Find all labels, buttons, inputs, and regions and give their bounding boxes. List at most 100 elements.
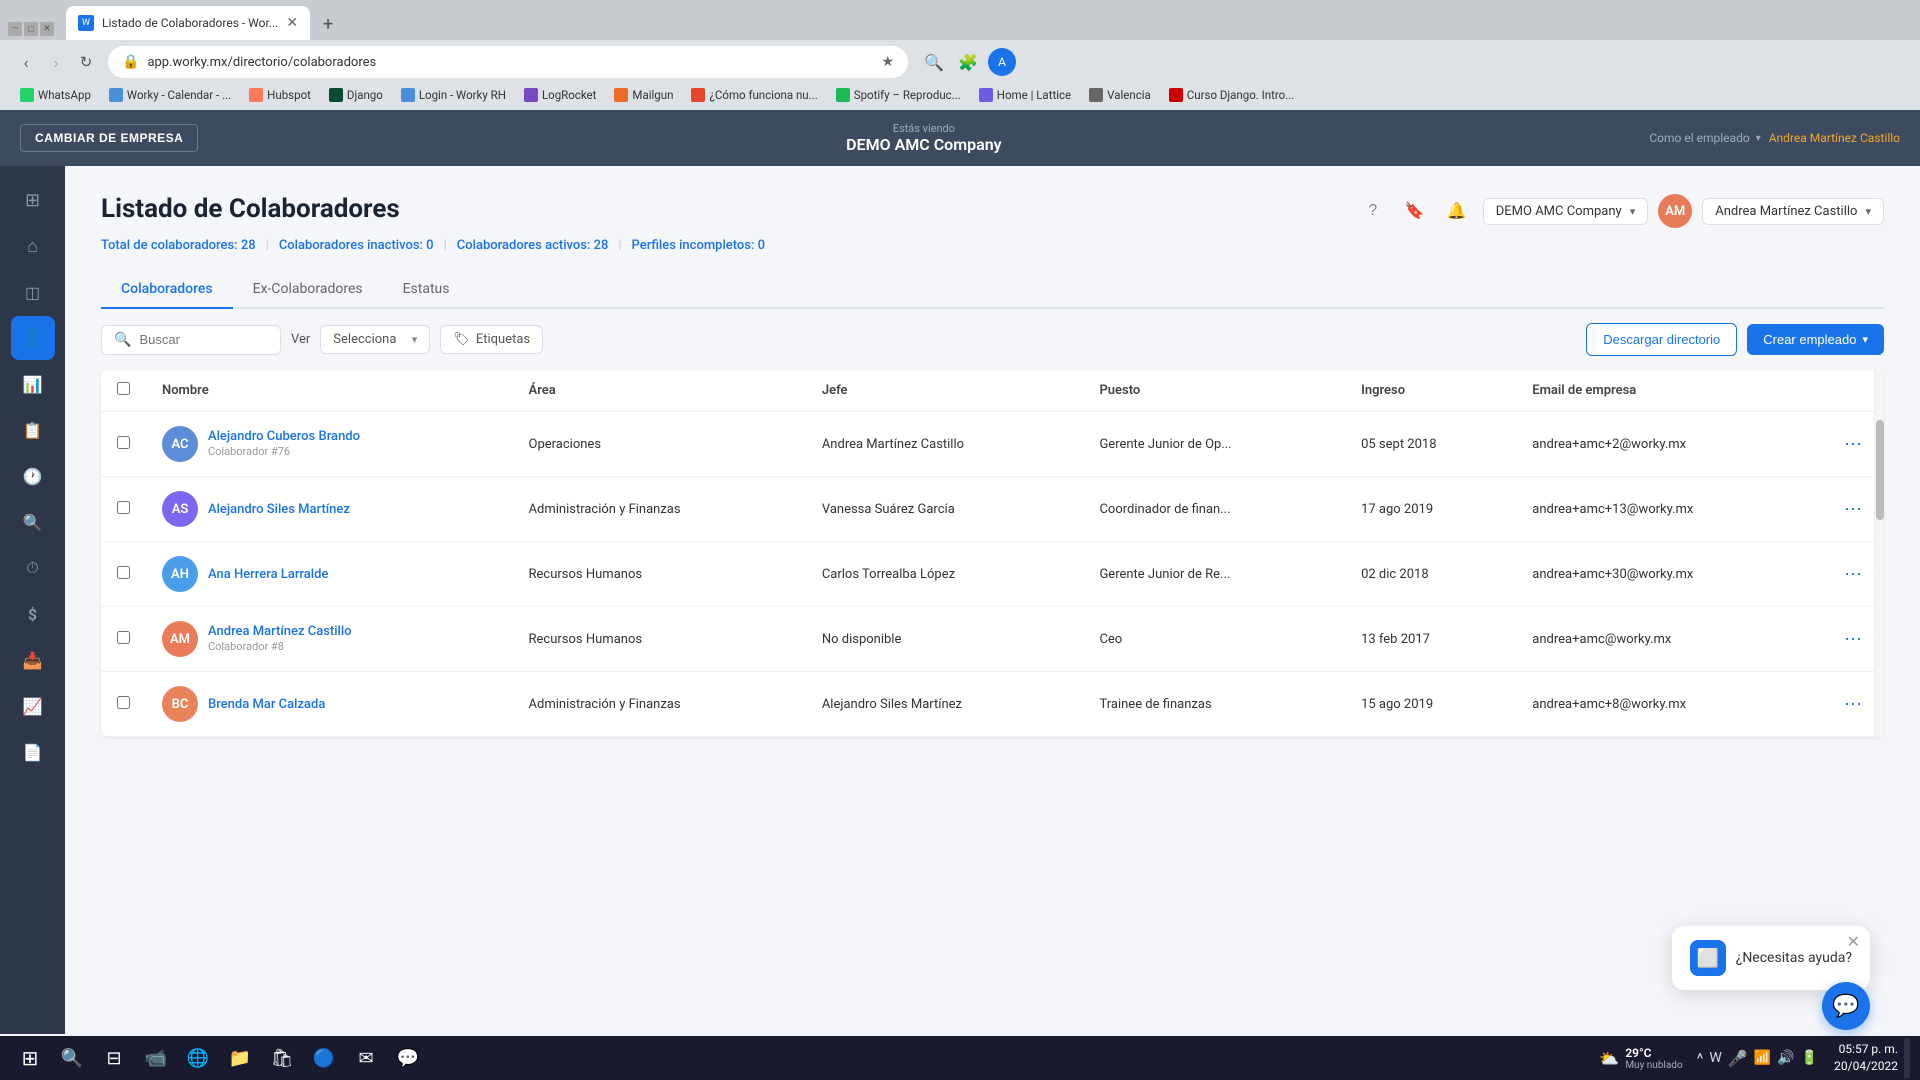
taskbar-search-button[interactable]: 🔍 [52, 1038, 92, 1078]
bookmark-worky[interactable]: Worky - Calendar - ... [101, 86, 239, 104]
col-area[interactable]: Área [513, 370, 806, 412]
col-puesto[interactable]: Puesto [1083, 370, 1345, 412]
row-checkbox[interactable] [117, 436, 130, 449]
tray-worky-icon[interactable]: W [1709, 1050, 1721, 1066]
bookmark-spotify[interactable]: Spotify – Reproduc... [828, 86, 969, 104]
search-box[interactable]: 🔍 [101, 325, 281, 355]
tab-estatus[interactable]: Estatus [383, 271, 470, 309]
bookmark-logrocket[interactable]: LogRocket [516, 86, 604, 104]
address-bar[interactable]: 🔒 app.worky.mx/directorio/colaboradores … [108, 46, 908, 78]
taskbar-chat-button[interactable]: 💬 [388, 1038, 428, 1078]
sidebar-icon-grid[interactable]: ⊞ [11, 178, 55, 222]
scrollbar[interactable] [1874, 370, 1884, 737]
tray-mic-icon[interactable]: 🎤 [1728, 1049, 1748, 1068]
new-tab-button[interactable]: + [314, 10, 342, 38]
bookmark-valencia[interactable]: Valencia [1081, 86, 1159, 104]
bookmark-django[interactable]: Django [321, 86, 391, 104]
bookmark-login[interactable]: Login - Worky RH [393, 86, 514, 104]
bookmark-como[interactable]: ¿Cómo funciona nu... [683, 86, 825, 104]
row-checkbox[interactable] [117, 631, 130, 644]
sidebar-icon-home[interactable]: ⌂ [11, 224, 55, 268]
col-nombre[interactable]: Nombre [146, 370, 513, 412]
tray-network-icon[interactable]: 📶 [1754, 1050, 1771, 1066]
sidebar-icon-inbox[interactable]: 📥 [11, 638, 55, 682]
bookmark-whatsapp[interactable]: WhatsApp [12, 86, 99, 104]
active-stat[interactable]: Colaboradores activos: 28 [457, 238, 609, 253]
sidebar-icon-calendar[interactable]: ◫ [11, 270, 55, 314]
show-desktop-button[interactable] [1904, 1038, 1910, 1078]
sidebar-icon-clock[interactable]: 🕐 [11, 454, 55, 498]
extensions-icon[interactable]: 🧩 [954, 48, 982, 76]
selector-company-name: DEMO AMC Company [1496, 204, 1622, 219]
sidebar-icon-bar-chart[interactable]: 📈 [11, 684, 55, 728]
col-jefe[interactable]: Jefe [806, 370, 1084, 412]
employee-name-link[interactable]: Brenda Mar Calzada [208, 697, 325, 712]
employee-name-link[interactable]: Alejandro Cuberos Brando [208, 429, 360, 444]
start-button[interactable]: ⊞ [10, 1038, 50, 1078]
tray-chevron-icon[interactable]: ^ [1697, 1049, 1704, 1068]
sidebar-icon-search[interactable]: 🔍 [11, 500, 55, 544]
chevron-icon: ▾ [1756, 133, 1761, 144]
cambiar-empresa-button[interactable]: CAMBIAR DE EMPRESA [20, 124, 198, 152]
row-actions-button[interactable]: ⋯ [1840, 560, 1866, 589]
sidebar-icon-doc[interactable]: 📄 [11, 730, 55, 774]
row-actions-button[interactable]: ⋯ [1840, 495, 1866, 524]
select-all-checkbox[interactable] [117, 382, 130, 395]
total-stat[interactable]: Total de colaboradores: 28 [101, 238, 256, 253]
chat-close-button[interactable]: ✕ [1847, 932, 1860, 952]
bookmark-icon-button[interactable]: 🔖 [1399, 195, 1431, 227]
sidebar-icon-report[interactable]: 📋 [11, 408, 55, 452]
browser-tab[interactable]: W Listado de Colaboradores - Wor... ✕ [66, 6, 310, 40]
ingreso-cell: 05 sept 2018 [1345, 412, 1516, 477]
taskbar-file-button[interactable]: 📁 [220, 1038, 260, 1078]
table-row: AM Andrea Martínez Castillo Colaborador … [101, 607, 1884, 672]
taskbar-store-button[interactable]: 🛍 [262, 1038, 302, 1078]
employee-name-link[interactable]: Andrea Martínez Castillo [208, 624, 352, 639]
taskbar-mail-button[interactable]: ✉ [346, 1038, 386, 1078]
chat-bubble-button[interactable]: 💬 [1822, 982, 1870, 1030]
taskbar-meet-button[interactable]: 📹 [136, 1038, 176, 1078]
back-button[interactable]: ‹ [12, 48, 40, 76]
bookmark-hubspot[interactable]: Hubspot [241, 86, 319, 104]
company-selector[interactable]: DEMO AMC Company ▾ [1483, 198, 1648, 225]
row-checkbox[interactable] [117, 696, 130, 709]
tray-volume-icon[interactable]: 🔊 [1777, 1050, 1794, 1066]
inactive-stat[interactable]: Colaboradores inactivos: 0 [279, 238, 434, 253]
row-actions-button[interactable]: ⋯ [1840, 430, 1866, 459]
row-actions-button[interactable]: ⋯ [1840, 625, 1866, 654]
bookmark-lattice[interactable]: Home | Lattice [971, 86, 1079, 104]
sidebar-icon-chart[interactable]: 📊 [11, 362, 55, 406]
search-icon[interactable]: 🔍 [920, 48, 948, 76]
col-ingreso[interactable]: Ingreso [1345, 370, 1516, 412]
scroll-thumb[interactable] [1876, 420, 1884, 520]
help-icon-button[interactable]: ? [1357, 195, 1389, 227]
search-input[interactable] [139, 332, 268, 347]
incomplete-stat[interactable]: Perfiles incompletos: 0 [632, 238, 765, 253]
crear-empleado-button[interactable]: Crear empleado ▾ [1747, 324, 1884, 355]
row-checkbox[interactable] [117, 566, 130, 579]
taskbar-chrome-button[interactable]: 🔵 [304, 1038, 344, 1078]
notification-icon-button[interactable]: 🔔 [1441, 195, 1473, 227]
taskbar-edge-button[interactable]: 🌐 [178, 1038, 218, 1078]
chat-widget[interactable]: ✕ ⬜ ¿Necesitas ayuda? [1672, 926, 1870, 990]
col-email[interactable]: Email de empresa [1516, 370, 1824, 412]
forward-button[interactable]: › [42, 48, 70, 76]
sidebar-icon-dollar[interactable]: $ [11, 592, 55, 636]
user-selector[interactable]: Andrea Martínez Castillo ▾ [1702, 198, 1884, 225]
bookmark-mailgun[interactable]: Mailgun [606, 86, 681, 104]
sidebar-icon-timer[interactable]: ⏱ [11, 546, 55, 590]
tab-ex-colaboradores[interactable]: Ex-Colaboradores [233, 271, 383, 309]
ver-dropdown[interactable]: Selecciona ▾ [320, 325, 430, 354]
tab-close-icon[interactable]: ✕ [286, 15, 298, 31]
refresh-button[interactable]: ↻ [72, 48, 100, 76]
taskbar-view-button[interactable]: ⊟ [94, 1038, 134, 1078]
row-actions-button[interactable]: ⋯ [1840, 690, 1866, 719]
sidebar-icon-people[interactable]: 👤 [11, 316, 55, 360]
bookmark-curso-django[interactable]: Curso Django. Intro... [1161, 86, 1303, 104]
employee-name-link[interactable]: Alejandro Siles Martínez [208, 502, 350, 517]
employee-name-link[interactable]: Ana Herrera Larralde [208, 567, 328, 582]
descargar-directorio-button[interactable]: Descargar directorio [1586, 323, 1737, 356]
etiquetas-button[interactable]: 🏷 Etiquetas [440, 325, 543, 354]
tab-colaboradores[interactable]: Colaboradores [101, 271, 233, 309]
row-checkbox[interactable] [117, 501, 130, 514]
